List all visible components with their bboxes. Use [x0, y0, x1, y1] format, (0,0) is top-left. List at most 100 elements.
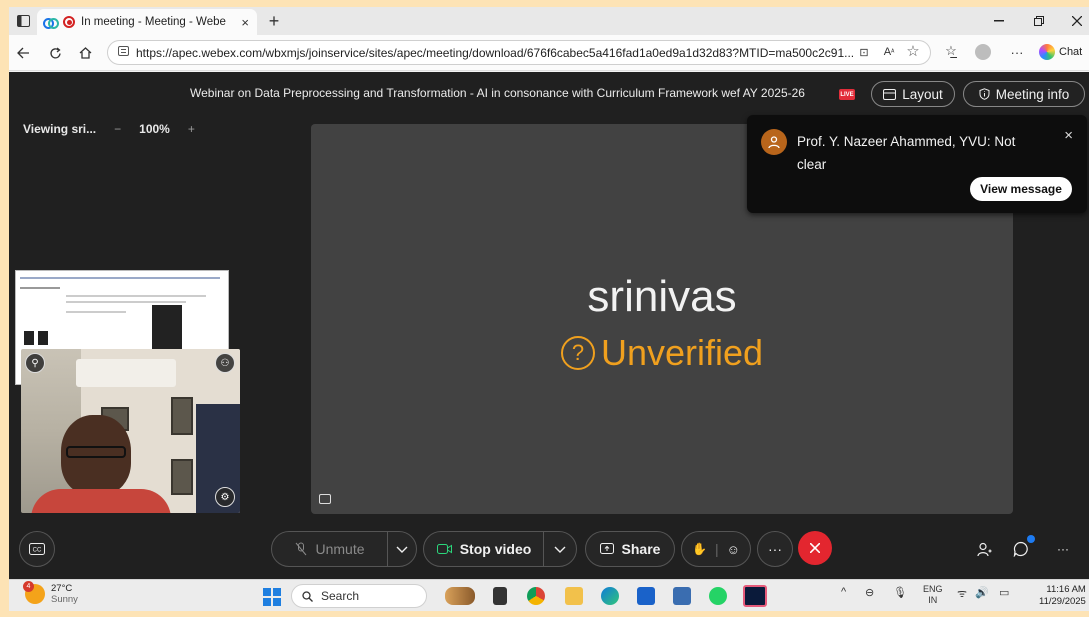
search-label: Search	[321, 589, 360, 603]
video-camera-icon	[436, 544, 452, 554]
share-button[interactable]: Share	[585, 531, 675, 567]
close-icon	[810, 543, 820, 553]
language-bottom: IN	[928, 595, 938, 605]
meeting-info-label: Meeting info	[995, 86, 1070, 102]
weather-condition: Sunny	[51, 594, 78, 605]
status-label: Unverified	[600, 332, 764, 373]
question-circle-icon: ?	[560, 336, 595, 370]
layout-icon	[883, 88, 897, 100]
read-aloud-icon[interactable]: Aᴬ	[881, 45, 897, 59]
volume-icon[interactable]: 🔊	[975, 586, 989, 599]
battery-icon[interactable]: ▭	[999, 586, 1009, 599]
microphone-tray-icon[interactable]: 🎙	[893, 586, 907, 599]
chevron-down-icon	[396, 546, 408, 553]
file-explorer-icon[interactable]	[565, 587, 583, 605]
webex-meeting-window: Webinar on Data Preprocessing and Transf…	[9, 72, 1089, 579]
app-available-icon[interactable]: ⊡	[857, 45, 871, 59]
zoom-out-button[interactable]: −	[114, 122, 121, 136]
reactions-icon[interactable]: ☺	[727, 542, 740, 557]
view-message-button[interactable]: View message	[970, 177, 1072, 201]
task-view-icon[interactable]	[493, 587, 507, 605]
minimize-icon[interactable]	[989, 13, 1009, 29]
taskbar-search[interactable]: Search	[291, 584, 427, 608]
weather-badge: 4	[23, 581, 34, 592]
chat-notification: Prof. Y. Nazeer Ahammed, YVU: Not clear …	[747, 115, 1087, 213]
info-shield-icon	[979, 88, 990, 100]
browser-tab-bar: In meeting - Meeting - Webe × +	[9, 7, 1089, 35]
recording-icon	[63, 16, 75, 28]
notepad-app-icon[interactable]	[673, 587, 691, 605]
system-clock[interactable]: 11:16 AM 11/29/2025	[1039, 584, 1086, 608]
chevron-down-icon	[554, 546, 566, 553]
copilot-icon	[1039, 44, 1055, 60]
new-tab-button[interactable]: +	[265, 11, 283, 31]
participants-icon[interactable]	[975, 540, 993, 558]
screen: In meeting - Meeting - Webe × + https://…	[9, 7, 1089, 611]
meeting-controls: CC Unmute Stop video Share ✋ | ☺ ··· ···	[9, 531, 1089, 569]
tab-webex-meeting[interactable]: In meeting - Meeting - Webe ×	[37, 9, 257, 35]
site-info-icon[interactable]	[118, 46, 129, 59]
search-icon	[302, 590, 313, 602]
raise-hand-icon[interactable]: ✋	[692, 542, 707, 556]
more-options-button[interactable]: ···	[757, 531, 793, 567]
profile-avatar[interactable]	[975, 44, 991, 60]
share-label: Share	[621, 541, 661, 557]
whatsapp-app-icon[interactable]	[709, 587, 727, 605]
pin-icon[interactable]: ⚲	[25, 353, 45, 373]
audio-options-dropdown[interactable]	[387, 531, 417, 567]
temperature: 27°C	[51, 583, 73, 594]
chat-icon[interactable]	[1011, 535, 1035, 559]
viewing-label: Viewing sri...	[23, 122, 97, 136]
share-screen-icon	[599, 543, 614, 554]
widgets-app-icon[interactable]	[445, 587, 475, 605]
self-view-video[interactable]: ⚲ ⚇ ⚙	[21, 349, 240, 513]
refresh-icon[interactable]	[45, 44, 65, 62]
stop-video-label: Stop video	[459, 541, 532, 557]
stop-video-button[interactable]: Stop video	[423, 531, 545, 567]
edge-app-icon[interactable]	[601, 587, 619, 605]
meeting-info-button[interactable]: Meeting info	[963, 81, 1085, 107]
viewing-controls: Viewing sri... − 100% +	[23, 122, 195, 136]
tab-close-icon[interactable]: ×	[241, 15, 249, 30]
windows-taskbar: 4 27°C Sunny Search ^ ⊖ 🎙 ENG IN ᯤ 🔊 ▭ 1…	[9, 579, 1089, 611]
layout-label: Layout	[902, 86, 943, 102]
meeting-title: Webinar on Data Preprocessing and Transf…	[190, 86, 805, 100]
self-view-options-icon[interactable]: ⚇	[215, 353, 235, 373]
unmute-button[interactable]: Unmute	[271, 531, 389, 567]
tab-actions-icon[interactable]	[15, 13, 31, 29]
address-bar[interactable]: https://apec.webex.com/wbxmjs/joinservic…	[107, 40, 931, 65]
language-indicator[interactable]: ENG IN	[923, 584, 943, 606]
webex-logo-icon	[43, 17, 59, 29]
favorite-star-icon[interactable]: ☆	[905, 43, 921, 60]
weather-widget[interactable]: 4 27°C Sunny	[23, 581, 78, 605]
end-call-button[interactable]	[798, 531, 832, 565]
webex-app-icon[interactable]	[743, 585, 767, 607]
back-icon[interactable]	[13, 44, 33, 62]
layout-button[interactable]: Layout	[871, 81, 955, 107]
chat-label: Chat	[1059, 46, 1083, 58]
video-settings-icon[interactable]: ⚙	[215, 487, 235, 507]
copilot-chat-button[interactable]: Chat	[1039, 44, 1082, 60]
favorites-icon[interactable]: ☆̲	[943, 43, 959, 59]
restore-icon[interactable]	[1029, 13, 1049, 29]
close-window-icon[interactable]	[1067, 13, 1087, 29]
zoom-level: 100%	[139, 122, 170, 136]
home-icon[interactable]	[75, 44, 95, 62]
user-avatar-icon	[761, 129, 787, 155]
wifi-icon[interactable]: ᯤ	[957, 586, 967, 601]
show-hidden-icons[interactable]: ^	[841, 586, 846, 598]
stage-expand-icon[interactable]	[319, 494, 331, 504]
more-panels-icon[interactable]: ···	[1055, 541, 1071, 557]
browser-menu-icon[interactable]: ···	[1009, 44, 1025, 60]
reactions-group: ✋ | ☺	[681, 531, 751, 567]
close-notification-icon[interactable]: ×	[1064, 127, 1073, 144]
captions-icon: CC	[29, 543, 45, 555]
network-tray-icon[interactable]: ⊖	[865, 586, 874, 599]
chrome-app-icon[interactable]	[527, 587, 545, 605]
captions-button[interactable]: CC	[19, 531, 55, 567]
zoom-in-button[interactable]: +	[188, 122, 195, 136]
store-app-icon[interactable]	[637, 587, 655, 605]
windows-start-icon[interactable]	[263, 588, 281, 606]
notification-message: Prof. Y. Nazeer Ahammed, YVU: Not clear	[797, 134, 1016, 172]
video-options-dropdown[interactable]	[543, 531, 577, 567]
